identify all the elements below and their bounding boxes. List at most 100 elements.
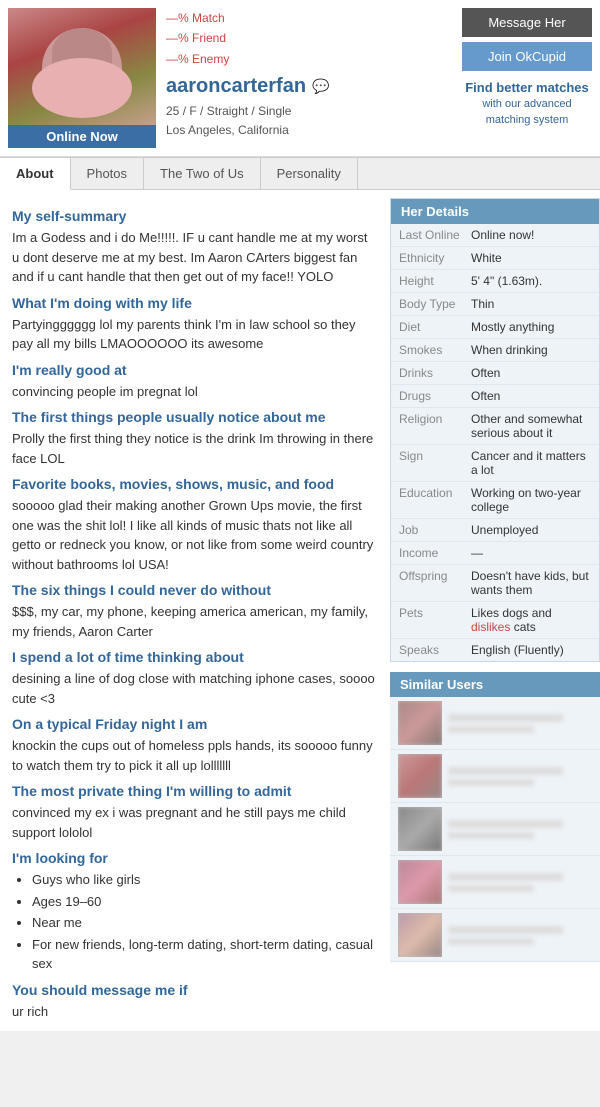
section-title-favorite-things: Favorite books, movies, shows, music, an… [12, 476, 378, 492]
detail-value-offspring: Doesn't have kids, but wants them [471, 569, 591, 597]
similar-info-2 [448, 767, 592, 786]
detail-label-sign: Sign [399, 449, 471, 477]
detail-smokes: Smokes When drinking [391, 339, 599, 362]
online-badge: Online Now [8, 125, 156, 148]
section-body-friday-night: knockin the cups out of homeless ppls ha… [12, 736, 378, 775]
similar-name-4 [448, 873, 563, 881]
match-percent: —% Match [166, 11, 225, 25]
detail-value-ethnicity: White [471, 251, 591, 265]
detail-label-offspring: Offspring [399, 569, 471, 597]
detail-label-income: Income [399, 546, 471, 560]
similar-user-4[interactable] [390, 856, 600, 909]
section-thinking-about: I spend a lot of time thinking about des… [12, 649, 378, 708]
chat-icon[interactable]: 💬 [312, 78, 329, 95]
detail-diet: Diet Mostly anything [391, 316, 599, 339]
detail-label-religion: Religion [399, 412, 471, 440]
section-title-friday-night: On a typical Friday night I am [12, 716, 378, 732]
detail-label-drugs: Drugs [399, 389, 471, 403]
dislike-word: dislikes [471, 620, 510, 634]
detail-value-last-online: Online now! [471, 228, 591, 242]
tab-personality[interactable]: Personality [261, 158, 358, 189]
left-column: My self-summary Im a Godess and i do Me!… [0, 190, 390, 1031]
section-body-really-good-at: convincing people im pregnat lol [12, 382, 378, 402]
similar-user-3[interactable] [390, 803, 600, 856]
detail-label-job: Job [399, 523, 471, 537]
section-favorite-things: Favorite books, movies, shows, music, an… [12, 476, 378, 574]
list-item: For new friends, long-term dating, short… [32, 935, 378, 974]
tab-about[interactable]: About [0, 158, 71, 190]
user-meta: 25 / F / Straight / Single Los Angeles, … [166, 102, 452, 140]
similar-thumb-4 [398, 860, 442, 904]
section-message-me: You should message me if ur rich [12, 982, 378, 1022]
similar-info-5 [448, 926, 592, 945]
similar-name-1 [448, 714, 563, 722]
similar-info-4 [448, 873, 592, 892]
similar-age-3 [448, 832, 534, 839]
similar-user-2[interactable] [390, 750, 600, 803]
detail-label-smokes: Smokes [399, 343, 471, 357]
section-really-good-at: I'm really good at convincing people im … [12, 362, 378, 402]
detail-job: Job Unemployed [391, 519, 599, 542]
similar-info-1 [448, 714, 592, 733]
detail-value-job: Unemployed [471, 523, 591, 537]
detail-ethnicity: Ethnicity White [391, 247, 599, 270]
section-first-notice: The first things people usually notice a… [12, 409, 378, 468]
enemy-percent: —% Enemy [166, 52, 229, 66]
section-title-really-good-at: I'm really good at [12, 362, 378, 378]
detail-label-drinks: Drinks [399, 366, 471, 380]
section-body-six-things: $$$, my car, my phone, keeping america a… [12, 602, 378, 641]
tab-two-of-us[interactable]: The Two of Us [144, 158, 261, 189]
section-title-private-thing: The most private thing I'm willing to ad… [12, 783, 378, 799]
section-title-message-me: You should message me if [12, 982, 378, 998]
detail-value-height: 5' 4" (1.63m). [471, 274, 591, 288]
detail-sign: Sign Cancer and it matters a lot [391, 445, 599, 482]
list-item: Near me [32, 913, 378, 933]
section-looking-for: I'm looking for Guys who like girls Ages… [12, 850, 378, 974]
similar-info-3 [448, 820, 592, 839]
detail-value-education: Working on two-year college [471, 486, 591, 514]
section-body-self-summary: Im a Godess and i do Me!!!!!. IF u cant … [12, 228, 378, 287]
detail-label-body-type: Body Type [399, 297, 471, 311]
her-details-box: Her Details Last Online Online now! Ethn… [390, 198, 600, 662]
looking-for-list: Guys who like girls Ages 19–60 Near me F… [12, 870, 378, 974]
detail-value-income: — [471, 546, 591, 560]
list-item: Ages 19–60 [32, 892, 378, 912]
message-button[interactable]: Message Her [462, 8, 592, 37]
detail-drugs: Drugs Often [391, 385, 599, 408]
detail-label-speaks: Speaks [399, 643, 471, 657]
detail-label-pets: Pets [399, 606, 471, 634]
similar-name-3 [448, 820, 563, 828]
find-better: Find better matches with our advanced ma… [462, 79, 592, 128]
detail-label-height: Height [399, 274, 471, 288]
match-info: —% Match —% Friend —% Enemy [166, 8, 452, 69]
main-content: My self-summary Im a Godess and i do Me!… [0, 190, 600, 1031]
similar-users-section: Similar Users [390, 672, 600, 962]
detail-value-religion: Other and somewhat serious about it [471, 412, 591, 440]
section-doing-with-life: What I'm doing with my life Partyinggggg… [12, 295, 378, 354]
section-body-favorite-things: sooooo glad their making another Grown U… [12, 496, 378, 574]
section-title-six-things: The six things I could never do without [12, 582, 378, 598]
join-button[interactable]: Join OkCupid [462, 42, 592, 71]
detail-label-last-online: Last Online [399, 228, 471, 242]
tab-photos[interactable]: Photos [71, 158, 144, 189]
detail-religion: Religion Other and somewhat serious abou… [391, 408, 599, 445]
section-self-summary: My self-summary Im a Godess and i do Me!… [12, 208, 378, 287]
detail-height: Height 5' 4" (1.63m). [391, 270, 599, 293]
similar-thumb-2 [398, 754, 442, 798]
detail-body-type: Body Type Thin [391, 293, 599, 316]
section-body-first-notice: Prolly the first thing they notice is th… [12, 429, 378, 468]
section-title-first-notice: The first things people usually notice a… [12, 409, 378, 425]
detail-value-diet: Mostly anything [471, 320, 591, 334]
detail-speaks: Speaks English (Fluently) [391, 639, 599, 661]
similar-thumb-1 [398, 701, 442, 745]
detail-pets: Pets Likes dogs and dislikes cats [391, 602, 599, 639]
section-body-private-thing: convinced my ex i was pregnant and he st… [12, 803, 378, 842]
similar-user-1[interactable] [390, 697, 600, 750]
detail-label-ethnicity: Ethnicity [399, 251, 471, 265]
section-title-thinking-about: I spend a lot of time thinking about [12, 649, 378, 665]
similar-user-5[interactable] [390, 909, 600, 962]
list-item: Guys who like girls [32, 870, 378, 890]
similar-age-2 [448, 779, 534, 786]
section-title-looking-for: I'm looking for [12, 850, 378, 866]
detail-label-diet: Diet [399, 320, 471, 334]
